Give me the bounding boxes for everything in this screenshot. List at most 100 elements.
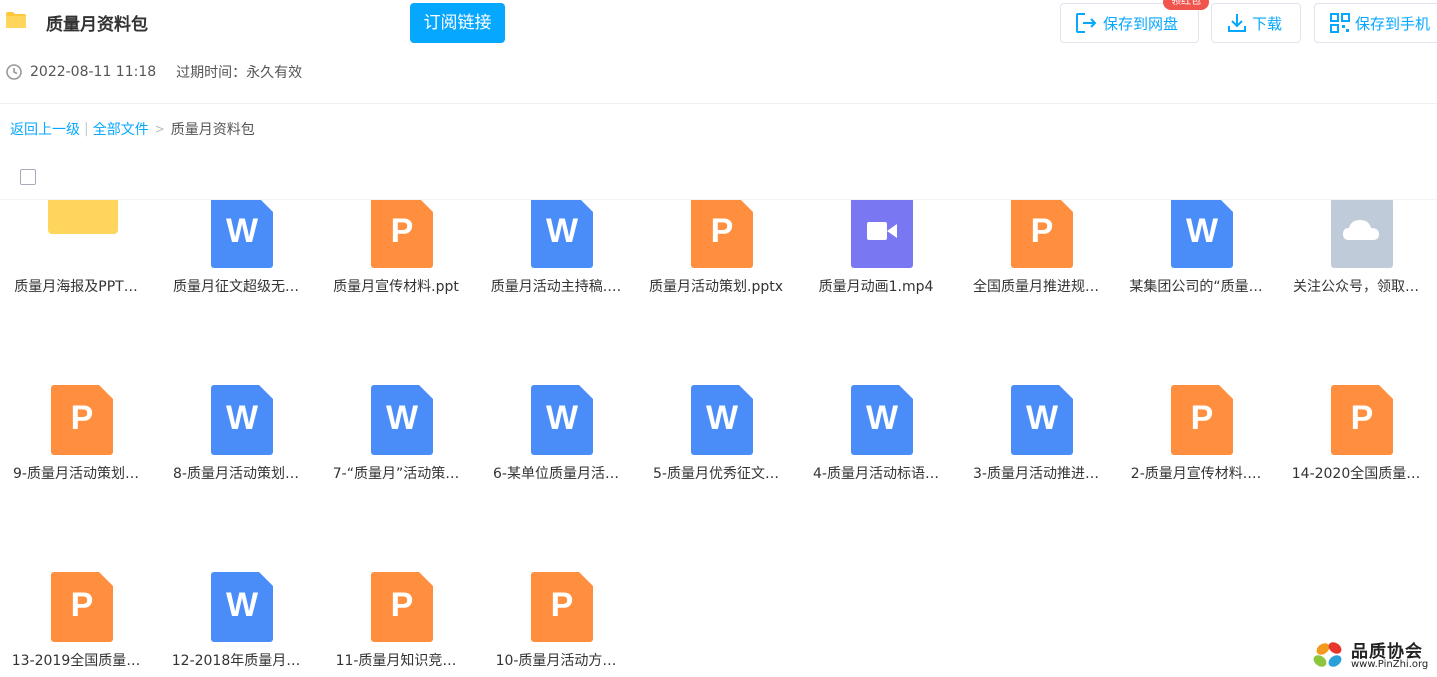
file-item[interactable]: W 5-质量月优秀征文… <box>640 347 790 507</box>
word-file-icon: W <box>851 385 913 455</box>
header-divider <box>0 103 1437 104</box>
subscribe-link-button[interactable]: 订阅链接 <box>410 3 505 43</box>
page-fold <box>579 572 593 586</box>
save-to-phone-button[interactable]: 保存到手机 <box>1314 3 1437 43</box>
page-fold <box>259 200 273 212</box>
file-type-letter: W <box>1025 399 1059 437</box>
file-name: 关注公众号，领取… <box>1293 279 1419 295</box>
qr-code-icon <box>1330 13 1350 33</box>
file-type-letter: P <box>70 586 94 624</box>
back-link[interactable]: 返回上一级 <box>10 119 80 139</box>
file-name: 4-质量月活动标语… <box>813 466 939 482</box>
word-file-icon: W <box>211 572 273 642</box>
file-type-letter: W <box>865 399 899 437</box>
breadcrumb-arrow: > <box>154 122 165 136</box>
word-file-icon: W <box>211 385 273 455</box>
ppt-file-icon: P <box>1011 200 1073 268</box>
file-item[interactable]: P 全国质量月推进规… <box>960 200 1110 320</box>
file-item[interactable]: P 14-2020全国质量… <box>1280 347 1430 507</box>
word-file-icon: W <box>531 385 593 455</box>
file-name: 质量月宣传材料.ppt <box>333 279 459 295</box>
file-item[interactable]: W 3-质量月活动推进… <box>960 347 1110 507</box>
file-item[interactable]: P 13-2019全国质量… <box>0 534 150 677</box>
share-date: 2022-08-11 11:18 <box>30 64 157 80</box>
page-fold <box>259 572 273 586</box>
file-item[interactable]: W 12-2018年质量月… <box>160 534 310 677</box>
file-name: 7-“质量月”活动策… <box>332 466 460 482</box>
file-grid-viewport[interactable]: 质量月海报及PPT… W 质量月征文超级无… P 质量月宣传材料.ppt W 质量月活动主持… <box>0 200 1437 677</box>
folder-icon <box>48 200 118 234</box>
word-file-icon: W <box>211 200 273 268</box>
page-fold <box>99 385 113 399</box>
word-file-icon: W <box>691 385 753 455</box>
petal-logo-icon <box>1313 642 1342 667</box>
file-item[interactable]: P 9-质量月活动策划… <box>0 347 150 507</box>
file-item[interactable]: W 6-某单位质量月活… <box>480 347 630 507</box>
file-item[interactable]: W 质量月征文超级无… <box>160 200 310 320</box>
file-item[interactable]: P 10-质量月活动方… <box>480 534 630 677</box>
page-title: 质量月资料包 <box>46 15 148 35</box>
file-name: 6-某单位质量月活… <box>493 466 619 482</box>
file-name: 质量月活动主持稿.… <box>490 279 622 295</box>
file-type-letter: W <box>225 212 259 250</box>
all-files-link[interactable]: 全部文件 <box>93 119 149 139</box>
file-name: 质量月征文超级无… <box>173 279 299 295</box>
file-name: 质量月海报及PPT… <box>14 279 138 295</box>
breadcrumb-separator: | <box>84 121 89 137</box>
breadcrumb: 返回上一级 | 全部文件 > 质量月资料包 <box>10 119 255 139</box>
file-item[interactable]: 质量月动画1.mp4 <box>800 200 950 320</box>
file-name: 某集团公司的“质量… <box>1129 279 1263 295</box>
word-file-icon: W <box>1011 385 1073 455</box>
page-fold <box>1059 385 1073 399</box>
page-fold <box>739 200 753 212</box>
file-item[interactable]: W 某集团公司的“质量… <box>1120 200 1270 320</box>
file-item[interactable]: P 质量月宣传材料.ppt <box>320 200 470 320</box>
word-file-icon: W <box>531 200 593 268</box>
download-icon <box>1228 14 1246 32</box>
file-type-letter: P <box>390 586 414 624</box>
file-name: 14-2020全国质量… <box>1291 466 1421 482</box>
ppt-file-icon: P <box>371 200 433 268</box>
file-type-letter: W <box>225 399 259 437</box>
file-type-letter: W <box>705 399 739 437</box>
page-fold <box>1059 200 1073 212</box>
file-item[interactable]: P 质量月活动策划.pptx <box>640 200 790 320</box>
file-type-letter: P <box>710 212 734 250</box>
ppt-file-icon: P <box>371 572 433 642</box>
file-item[interactable]: 关注公众号，领取… <box>1280 200 1430 320</box>
file-item[interactable]: W 4-质量月活动标语… <box>800 347 950 507</box>
file-item[interactable]: 质量月海报及PPT… <box>0 200 150 320</box>
share-meta: 2022-08-11 11:18 过期时间：永久有效 <box>6 63 302 81</box>
folder-icon <box>6 12 26 28</box>
file-name: 12-2018年质量月… <box>171 653 301 669</box>
cloud-file-icon <box>1331 200 1393 268</box>
file-item[interactable]: P 2-质量月宣传材料.… <box>1120 347 1270 507</box>
file-type-letter: W <box>225 586 259 624</box>
select-all-checkbox[interactable] <box>20 169 36 185</box>
file-item[interactable]: P 11-质量月知识竞… <box>320 534 470 677</box>
file-item[interactable]: W 质量月活动主持稿.… <box>480 200 630 320</box>
page-fold <box>99 572 113 586</box>
file-type-letter: W <box>385 399 419 437</box>
file-name: 13-2019全国质量… <box>11 653 141 669</box>
file-name: 全国质量月推进规… <box>973 279 1099 295</box>
file-name: 质量月活动策划.pptx <box>649 279 783 295</box>
save-to-disk-label: 保存到网盘 <box>1103 14 1179 33</box>
red-packet-badge: 领红包 <box>1163 0 1209 10</box>
page-fold <box>1219 385 1233 399</box>
download-button[interactable]: 下载 <box>1211 3 1301 43</box>
file-type-letter: W <box>545 399 579 437</box>
file-type-letter: P <box>70 399 94 437</box>
file-type-letter: P <box>1350 399 1374 437</box>
file-item[interactable]: W 8-质量月活动策划… <box>160 347 310 507</box>
ppt-file-icon: P <box>51 572 113 642</box>
word-file-icon: W <box>371 385 433 455</box>
page-fold <box>899 385 913 399</box>
page-fold <box>419 385 433 399</box>
file-name: 10-质量月活动方… <box>495 653 617 669</box>
clock-icon <box>6 64 22 80</box>
file-name: 11-质量月知识竞… <box>335 653 457 669</box>
file-item[interactable]: W 7-“质量月”活动策… <box>320 347 470 507</box>
file-type-letter: P <box>1030 212 1054 250</box>
file-type-letter: W <box>545 212 579 250</box>
